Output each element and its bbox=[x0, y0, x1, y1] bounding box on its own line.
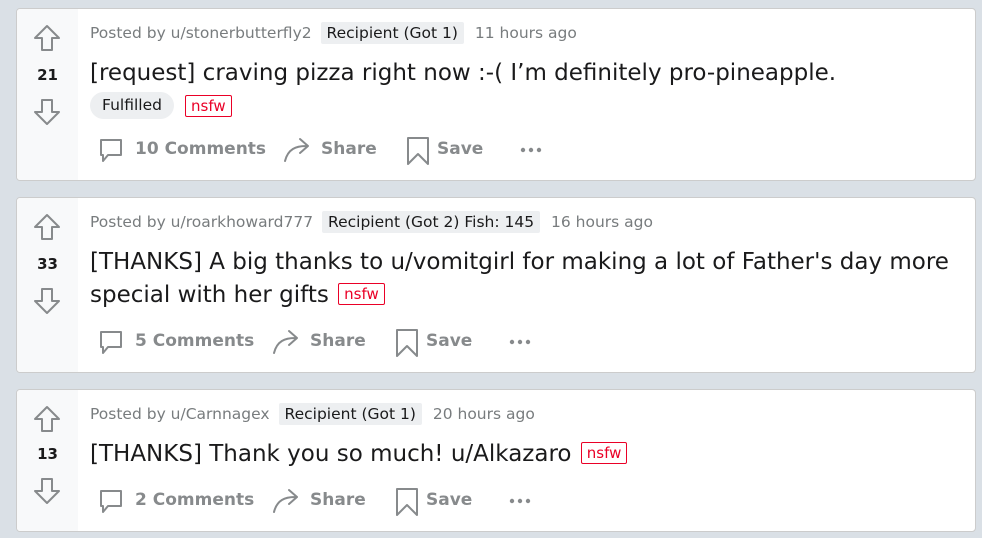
save-label: Save bbox=[426, 490, 473, 510]
save-button[interactable]: Save bbox=[393, 324, 483, 358]
post-meta: Posted by u/roarkhoward777 Recipient (Go… bbox=[90, 210, 653, 234]
comments-button[interactable]: 2 Comments bbox=[96, 483, 254, 517]
post-meta: Posted by u/Carnnagex Recipient (Got 1) … bbox=[90, 402, 535, 426]
share-arrow-icon bbox=[273, 489, 298, 513]
comments-label: 10 Comments bbox=[135, 139, 267, 159]
comment-bubble-icon bbox=[100, 331, 122, 354]
share-arrow-icon bbox=[284, 138, 309, 162]
bookmark-icon bbox=[396, 488, 418, 516]
save-label: Save bbox=[426, 331, 473, 351]
more-options-button[interactable] bbox=[505, 324, 535, 358]
share-arrow-icon bbox=[273, 330, 298, 354]
post-card[interactable]: 13 Posted by u/Carnnagex Recipient (Got … bbox=[16, 389, 976, 532]
post-time[interactable]: 11 hours ago bbox=[475, 24, 577, 42]
bookmark-icon bbox=[396, 329, 418, 357]
post-title[interactable]: [THANKS] A big thanks to u/vomitgirl for… bbox=[90, 246, 955, 312]
save-button[interactable]: Save bbox=[393, 483, 483, 517]
upvote-arrow-icon[interactable] bbox=[32, 23, 62, 53]
comments-button[interactable]: 10 Comments bbox=[96, 132, 266, 166]
vote-score: 33 bbox=[37, 255, 58, 273]
share-label: Share bbox=[310, 331, 366, 351]
upvote-arrow-icon[interactable] bbox=[32, 212, 62, 242]
author-link[interactable]: Posted by u/stonerbutterfly2 bbox=[90, 24, 312, 42]
nsfw-tag: nsfw bbox=[185, 95, 232, 117]
vote-column: 13 bbox=[17, 390, 78, 531]
share-label: Share bbox=[310, 490, 366, 510]
save-button[interactable]: Save bbox=[404, 132, 494, 166]
more-options-button[interactable] bbox=[505, 483, 535, 517]
comment-bubble-icon bbox=[100, 490, 122, 513]
post-title[interactable]: [THANKS] Thank you so much! u/Alkazaro n… bbox=[90, 438, 955, 471]
vote-column: 33 bbox=[17, 198, 78, 372]
comments-label: 2 Comments bbox=[135, 490, 255, 510]
user-flair: Recipient (Got 1) bbox=[278, 403, 422, 425]
downvote-arrow-icon[interactable] bbox=[32, 97, 62, 127]
post-flairs: Fulfilled nsfw bbox=[90, 92, 232, 119]
vote-score: 13 bbox=[37, 445, 58, 463]
downvote-arrow-icon[interactable] bbox=[32, 476, 62, 506]
post-meta: Posted by u/stonerbutterfly2 Recipient (… bbox=[90, 21, 577, 45]
vote-score: 21 bbox=[37, 66, 58, 84]
user-flair: Recipient (Got 1) bbox=[320, 22, 464, 44]
nsfw-tag: nsfw bbox=[580, 442, 628, 464]
link-flair-fulfilled[interactable]: Fulfilled bbox=[90, 92, 174, 119]
post-time[interactable]: 16 hours ago bbox=[551, 213, 653, 231]
share-label: Share bbox=[321, 139, 377, 159]
comments-button[interactable]: 5 Comments bbox=[96, 324, 254, 358]
comment-bubble-icon bbox=[100, 139, 122, 162]
post-title-text[interactable]: [request] craving pizza right now :-( I’… bbox=[90, 60, 836, 86]
user-flair: Recipient (Got 2) Fish: 145 bbox=[322, 211, 541, 233]
post-time[interactable]: 20 hours ago bbox=[433, 405, 535, 423]
post-title-text[interactable]: [THANKS] Thank you so much! u/Alkazaro bbox=[90, 441, 571, 467]
nsfw-tag: nsfw bbox=[338, 283, 385, 305]
downvote-arrow-icon[interactable] bbox=[32, 286, 62, 316]
share-button[interactable]: Share bbox=[271, 483, 371, 517]
more-dots-icon bbox=[509, 498, 531, 504]
post-title[interactable]: [request] craving pizza right now :-( I’… bbox=[90, 57, 955, 90]
save-label: Save bbox=[437, 139, 484, 159]
post-card[interactable]: 33 Posted by u/roarkhoward777 Recipient … bbox=[16, 197, 976, 373]
upvote-arrow-icon[interactable] bbox=[32, 404, 62, 434]
comments-label: 5 Comments bbox=[135, 331, 255, 351]
vote-column: 21 bbox=[17, 9, 78, 180]
post-card[interactable]: 21 Posted by u/stonerbutterfly2 Recipien… bbox=[16, 8, 976, 181]
more-dots-icon bbox=[520, 147, 542, 153]
author-link[interactable]: Posted by u/Carnnagex bbox=[90, 405, 270, 423]
author-link[interactable]: Posted by u/roarkhoward777 bbox=[90, 213, 313, 231]
post-title-text[interactable]: [THANKS] A big thanks to u/vomitgirl for… bbox=[90, 249, 949, 308]
bookmark-icon bbox=[407, 137, 429, 165]
more-options-button[interactable] bbox=[516, 132, 546, 166]
more-dots-icon bbox=[509, 339, 531, 345]
share-button[interactable]: Share bbox=[271, 324, 371, 358]
share-button[interactable]: Share bbox=[282, 132, 382, 166]
